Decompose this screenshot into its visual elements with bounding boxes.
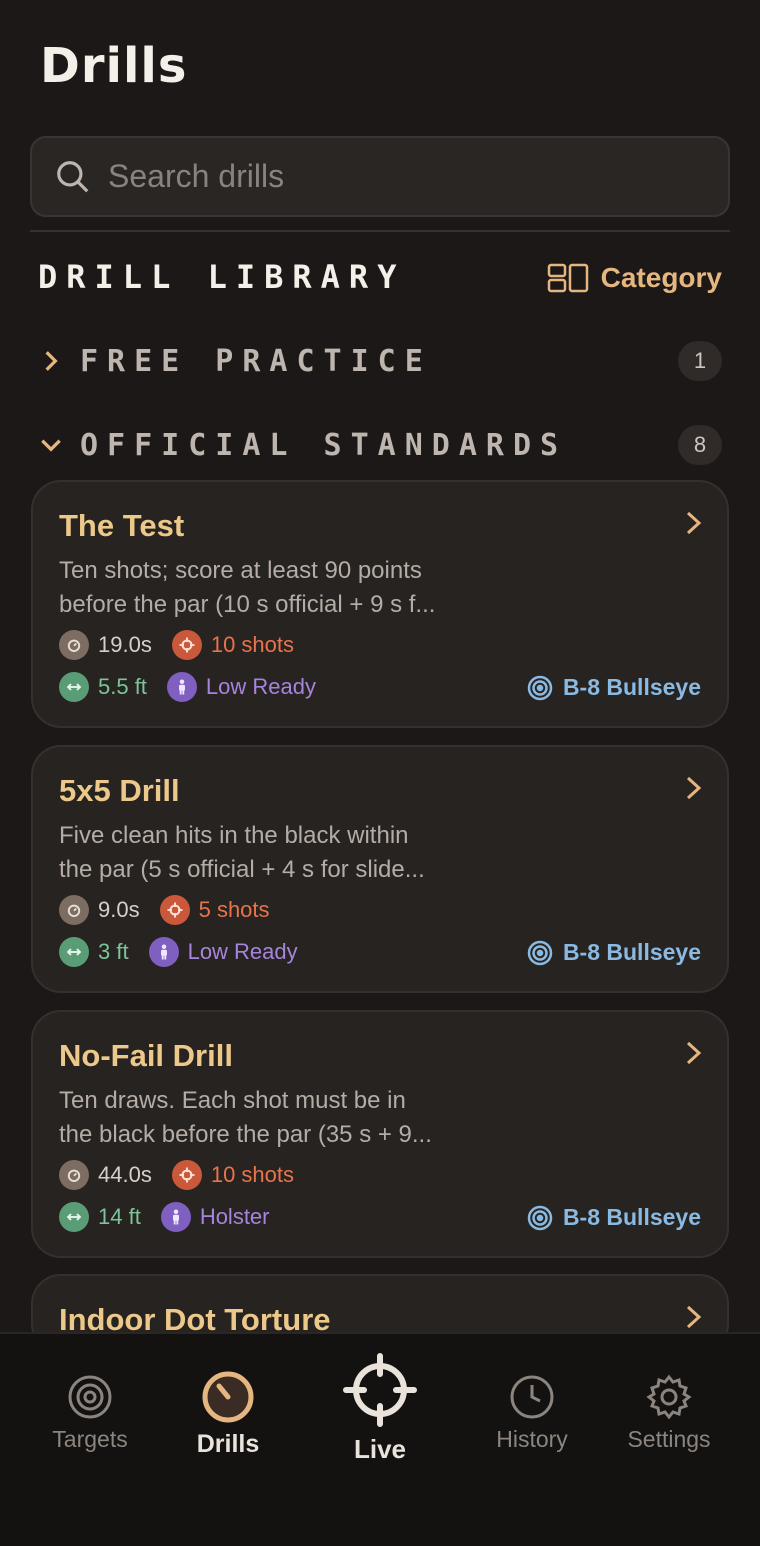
gear-icon [646,1374,692,1420]
par-time: 9.0s [59,895,140,925]
timer-icon [202,1371,254,1423]
tab-drills[interactable]: Drills [178,1366,278,1459]
drill-description: Five clean hits in the black within the p… [59,822,425,883]
target-type: B-8 Bullseye [527,674,701,701]
search-bar[interactable] [30,136,730,217]
drill-name: The Test [59,508,185,543]
start-position: Holster [160,1202,270,1232]
shot-count: 10 shots [171,1160,294,1190]
drill-card-the-test[interactable]: The Test Ten shots; score at least 90 po… [31,480,729,728]
section-label: OFFICIAL STANDARDS [80,427,568,463]
chevron-right-icon [686,1305,702,1329]
distance-arrows-icon [59,937,89,967]
category-sort-button[interactable]: Category [547,260,722,296]
divider [30,230,730,232]
start-position: Low Ready [166,672,316,702]
drill-description: Ten draws. Each shot must be in the black… [59,1087,432,1148]
par-time: 44.0s [59,1160,152,1190]
person-icon [148,937,179,967]
page-title: Drills [40,38,188,94]
section-label: FREE PRACTICE [80,343,432,379]
section-official-standards[interactable]: OFFICIAL STANDARDS 8 [38,423,722,467]
crosshair-icon [159,895,190,925]
chevron-right-icon [45,351,58,371]
category-icon [547,263,588,293]
drill-name: 5x5 Drill [59,773,180,808]
bullseye-icon [527,1205,553,1230]
chevron-right-icon [686,776,702,800]
target-icon [68,1375,112,1419]
section-count-badge: 1 [678,341,722,381]
par-time: 19.0s [59,630,152,660]
search-icon [57,160,89,192]
person-icon [160,1202,191,1232]
drill-card-no-fail[interactable]: No-Fail Drill Ten draws. Each shot must … [31,1010,729,1258]
shot-count: 5 shots [159,895,270,925]
chevron-right-icon [686,1041,702,1065]
start-position: Low Ready [148,937,298,967]
crosshair-icon [171,630,202,660]
crosshair-icon [171,1160,202,1190]
distance: 14 ft [59,1202,141,1232]
target-type: B-8 Bullseye [527,1204,701,1231]
tab-history[interactable]: History [480,1374,584,1453]
section-free-practice[interactable]: FREE PRACTICE 1 [38,339,722,383]
distance-arrows-icon [59,672,89,702]
distance: 3 ft [59,937,129,967]
tab-bar: Targets Drills Live History Settings [0,1332,760,1546]
shot-count: 10 shots [171,630,294,660]
timer-icon [59,630,89,660]
drill-card-5x5[interactable]: 5x5 Drill Five clean hits in the black w… [31,745,729,993]
search-input[interactable] [108,158,668,195]
timer-icon [59,1160,89,1190]
tab-settings[interactable]: Settings [614,1374,724,1453]
chevron-right-icon [686,511,702,535]
timer-icon [59,895,89,925]
library-title: DRILL LIBRARY [38,258,406,296]
chevron-down-icon [41,439,61,452]
target-type: B-8 Bullseye [527,939,701,966]
section-count-badge: 8 [678,425,722,465]
clock-icon [510,1375,554,1419]
category-label: Category [600,262,722,293]
bullseye-icon [527,675,553,700]
distance: 5.5 ft [59,672,147,702]
distance-arrows-icon [59,1202,89,1232]
bullseye-icon [527,940,553,965]
tab-live[interactable]: Live [330,1352,430,1465]
person-icon [166,672,197,702]
tab-targets[interactable]: Targets [40,1374,140,1453]
crosshair-icon [343,1353,417,1427]
drill-name: No-Fail Drill [59,1038,233,1073]
drill-description: Ten shots; score at least 90 points befor… [59,557,436,618]
